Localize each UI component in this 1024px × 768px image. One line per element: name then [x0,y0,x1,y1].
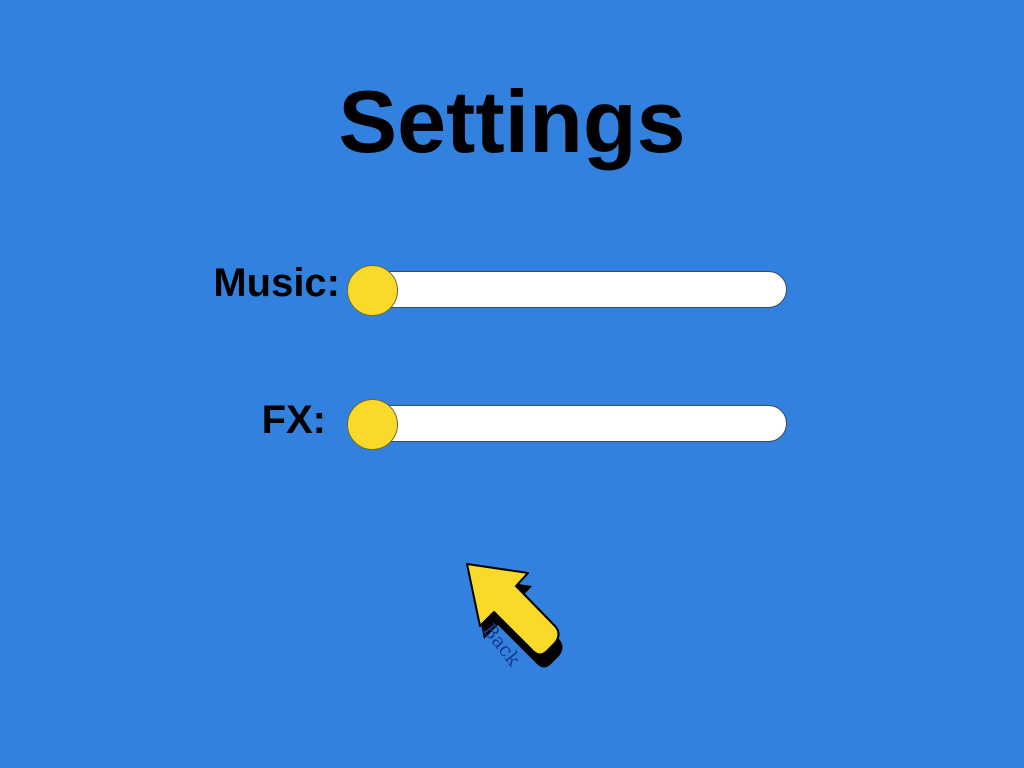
back-button[interactable]: Back [452,550,572,680]
music-slider-knob[interactable] [347,265,398,316]
page-title: Settings [338,72,686,171]
music-label: Music: [213,261,340,305]
fx-label: FX: [261,398,326,442]
music-slider-track[interactable] [372,271,787,308]
up-left-arrow-icon: Back [466,563,563,671]
fx-slider-track[interactable] [372,405,787,442]
fx-slider-knob[interactable] [347,399,398,450]
